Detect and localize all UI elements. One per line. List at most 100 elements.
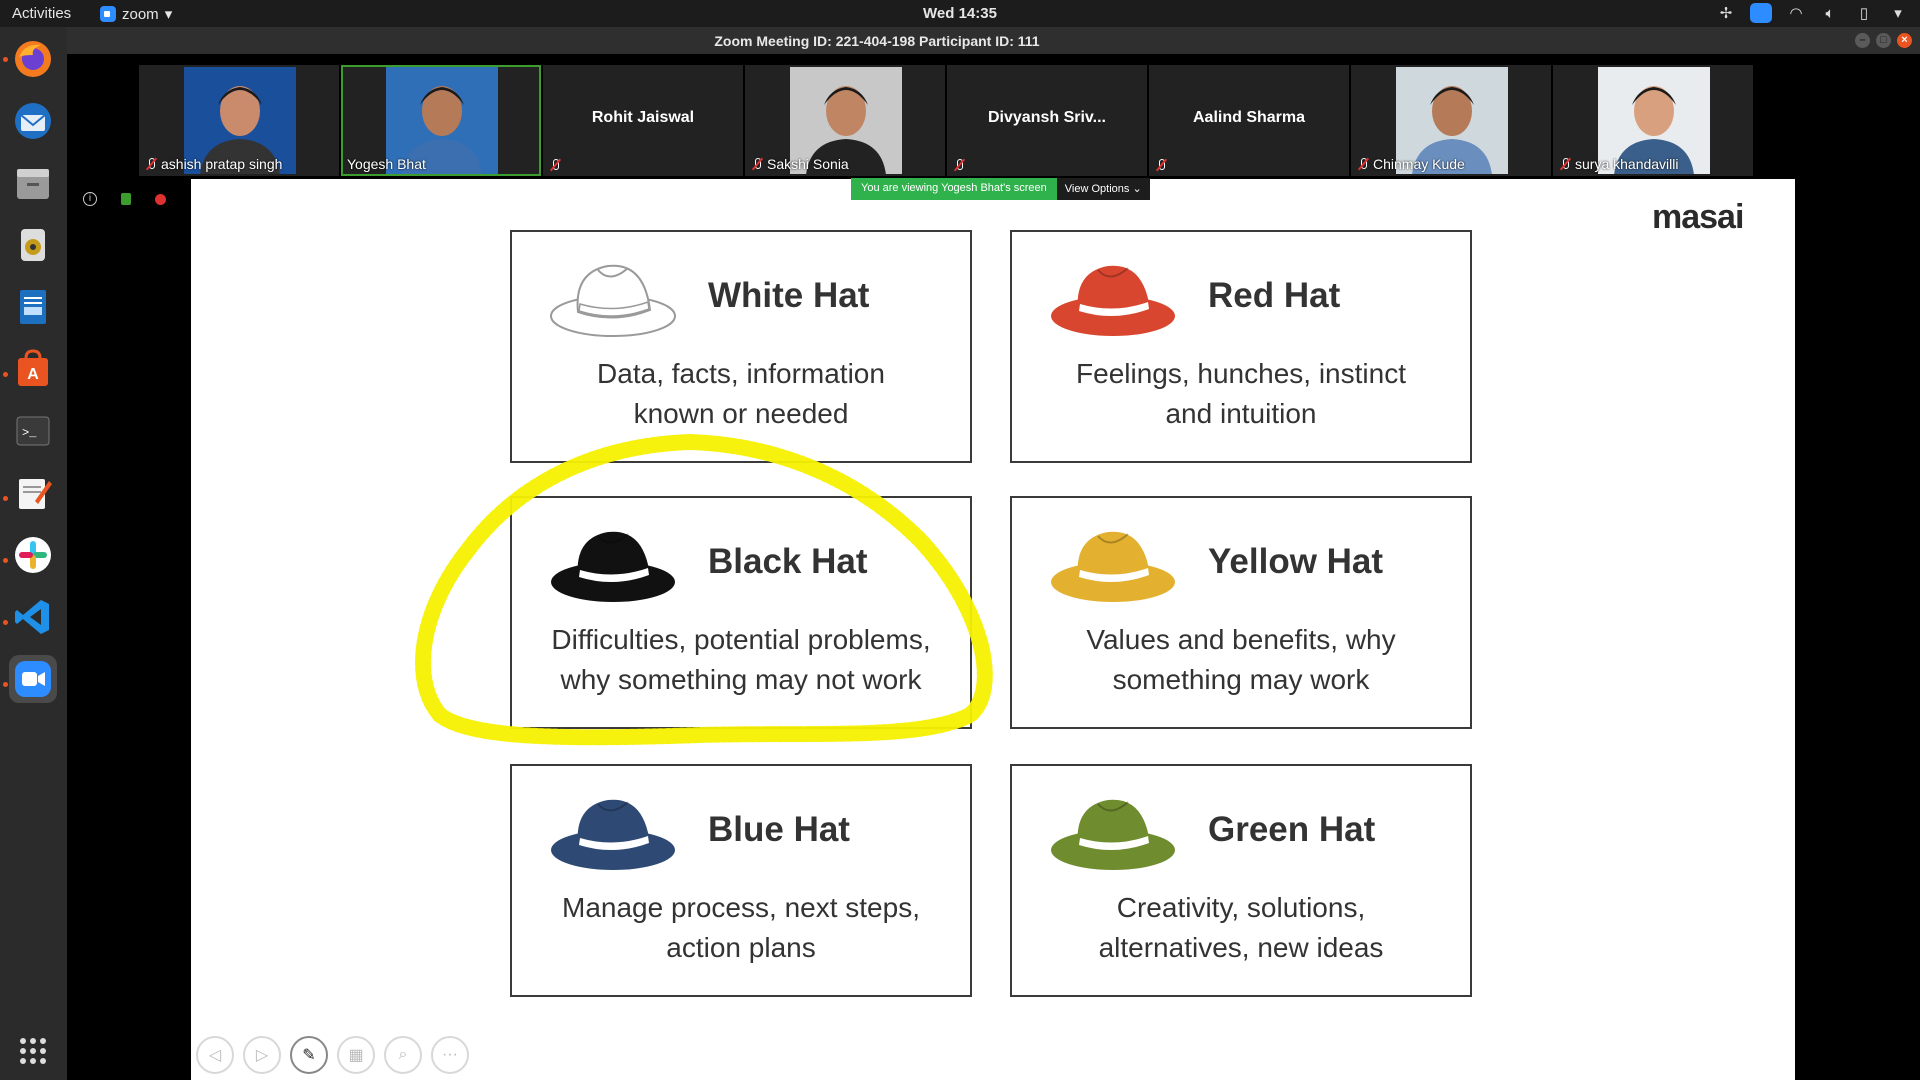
dock-thunderbird[interactable] <box>9 97 57 145</box>
participant-tile[interactable]: Aalind Sharma <box>1149 65 1349 176</box>
hat-card: White Hat Data, facts, information known o… <box>510 230 972 463</box>
participant-tile[interactable]: ashish pratap singh <box>139 65 339 176</box>
hat-description-line: action plans <box>666 932 816 963</box>
participant-tile[interactable]: Chinmay Kude <box>1351 65 1551 176</box>
thunderbird-icon <box>15 103 51 139</box>
participant-label: Sakshi Sonia <box>751 156 849 172</box>
dock-rhythmbox[interactable] <box>9 221 57 269</box>
dock-firefox[interactable] <box>9 35 57 83</box>
show-applications-button[interactable] <box>9 1027 57 1075</box>
next-icon[interactable]: ▷ <box>243 1036 281 1074</box>
muted-microphone-icon <box>953 158 965 172</box>
participant-label: surya khandavilli <box>1559 156 1679 172</box>
close-button[interactable]: × <box>1897 33 1912 48</box>
muted-microphone-icon <box>145 157 157 171</box>
clock[interactable]: Wed 14:35 <box>0 5 1920 22</box>
hat-title: Red Hat <box>1208 276 1341 315</box>
participant-name-large: Rohit Jaiswal <box>591 109 695 126</box>
view-options-button[interactable]: View Options ⌄ <box>1056 178 1150 200</box>
participant-tile[interactable]: Divyansh Sriv... <box>947 65 1147 176</box>
participant-name: Yogesh Bhat <box>347 156 426 172</box>
window-titlebar[interactable]: Zoom Meeting ID: 221-404-198 Participant… <box>67 27 1920 54</box>
hat-title: Yellow Hat <box>1208 542 1384 581</box>
hat-description-line: Difficulties, potential problems, <box>551 624 931 655</box>
hat-description-line: alternatives, new ideas <box>1098 932 1384 963</box>
hat-icon <box>548 520 678 610</box>
hat-description-line: something may work <box>1112 664 1370 695</box>
participant-label: ashish pratap singh <box>145 156 282 172</box>
vscode-icon <box>15 600 49 634</box>
hat-card: Yellow Hat Values and benefits, why someth… <box>1010 496 1472 729</box>
hat-card: Blue Hat Manage process, next steps, actio… <box>510 764 972 997</box>
participant-label <box>549 158 561 172</box>
hat-description-line: and intuition <box>1165 398 1317 429</box>
zoom-tray-icon[interactable] <box>1750 3 1772 23</box>
activities-button[interactable]: Activities <box>12 5 71 22</box>
hat-description-line: Manage process, next steps, <box>562 892 920 923</box>
hat-description: Creativity, solutions, alternatives, new … <box>1022 888 1460 968</box>
slack-tray-icon[interactable]: ✢ <box>1716 3 1736 23</box>
muted-microphone-icon <box>549 158 561 172</box>
svg-text:>_: >_ <box>22 426 37 440</box>
pen-icon[interactable]: ✎ <box>290 1036 328 1074</box>
minimize-button[interactable]: – <box>1855 33 1870 48</box>
dock-slack[interactable] <box>9 531 57 579</box>
zoom-lens-icon[interactable]: ⌕ <box>384 1036 422 1074</box>
hat-card: Black Hat Difficulties, potential problem… <box>510 496 972 729</box>
share-banner: You are viewing Yogesh Bhat's screen Vie… <box>851 178 1150 200</box>
hat-description-line: Values and benefits, why <box>1086 624 1396 655</box>
hat-description-line: Feelings, hunches, instinct <box>1076 358 1406 389</box>
hat-card: Green Hat Creativity, solutions, alternati… <box>1010 764 1472 997</box>
dock-files[interactable] <box>9 159 57 207</box>
hat-description: Feelings, hunches, instinct and intuition <box>1022 354 1460 434</box>
battery-icon[interactable]: ▯ <box>1854 3 1874 23</box>
system-menu-chevron-icon[interactable]: ▾ <box>1888 3 1908 23</box>
recording-icon[interactable] <box>155 193 166 205</box>
hat-description-line: known or needed <box>633 398 849 429</box>
wifi-icon[interactable]: ◠ <box>1786 3 1806 23</box>
hat-icon <box>1048 254 1178 344</box>
share-banner-message: You are viewing Yogesh Bhat's screen <box>851 178 1057 200</box>
participant-name: Sakshi Sonia <box>767 156 849 172</box>
participant-name: Chinmay Kude <box>1373 156 1465 172</box>
dock-software[interactable]: A <box>9 345 57 393</box>
hat-title: Black Hat <box>708 542 868 581</box>
slack-icon <box>15 537 51 573</box>
hat-icon <box>548 788 678 878</box>
dock-text-editor[interactable] <box>9 469 57 517</box>
participant-tile[interactable]: surya khandavilli <box>1553 65 1753 176</box>
terminal-icon: >_ <box>16 416 50 446</box>
muted-microphone-icon <box>1155 158 1167 172</box>
previous-icon[interactable]: ◁ <box>196 1036 234 1074</box>
dock-zoom[interactable] <box>9 655 57 703</box>
hat-icon <box>1048 520 1178 610</box>
hat-title: Blue Hat <box>708 810 850 849</box>
participant-tile[interactable]: Sakshi Sonia <box>745 65 945 176</box>
muted-microphone-icon <box>751 157 763 171</box>
participant-label: Yogesh Bhat <box>347 156 426 172</box>
hat-icon <box>1048 788 1178 878</box>
layout-icon[interactable]: ▦ <box>337 1036 375 1074</box>
zoom-app-icon <box>100 6 116 22</box>
participant-tile[interactable]: Yogesh Bhat <box>341 65 541 176</box>
dock-vscode[interactable] <box>9 593 57 641</box>
svg-text:A: A <box>27 366 39 383</box>
software-store-icon: A <box>18 349 48 386</box>
dock-terminal[interactable]: >_ <box>9 407 57 455</box>
hat-description: Values and benefits, why something may wo… <box>1022 620 1460 700</box>
hat-description-line: why something may not work <box>560 664 922 695</box>
hat-description-line: Data, facts, information <box>597 358 885 389</box>
dock-writer[interactable] <box>9 283 57 331</box>
app-menu-label: zoom <box>122 5 159 23</box>
more-icon[interactable]: ··· <box>431 1036 469 1074</box>
hat-description: Data, facts, information known or needed <box>522 354 960 434</box>
info-icon[interactable]: i <box>83 192 97 206</box>
participant-tile[interactable]: Rohit Jaiswal <box>543 65 743 176</box>
participant-label <box>953 158 965 172</box>
lock-icon[interactable] <box>121 193 131 205</box>
maximize-button[interactable]: □ <box>1876 33 1891 48</box>
volume-icon[interactable]: 🔈︎ <box>1820 3 1840 23</box>
app-menu[interactable]: zoom ▾ <box>100 5 172 23</box>
annotation-toolbar: ◁ ▷ ✎ ▦ ⌕ ··· <box>196 1036 469 1074</box>
muted-microphone-icon <box>1559 157 1571 171</box>
